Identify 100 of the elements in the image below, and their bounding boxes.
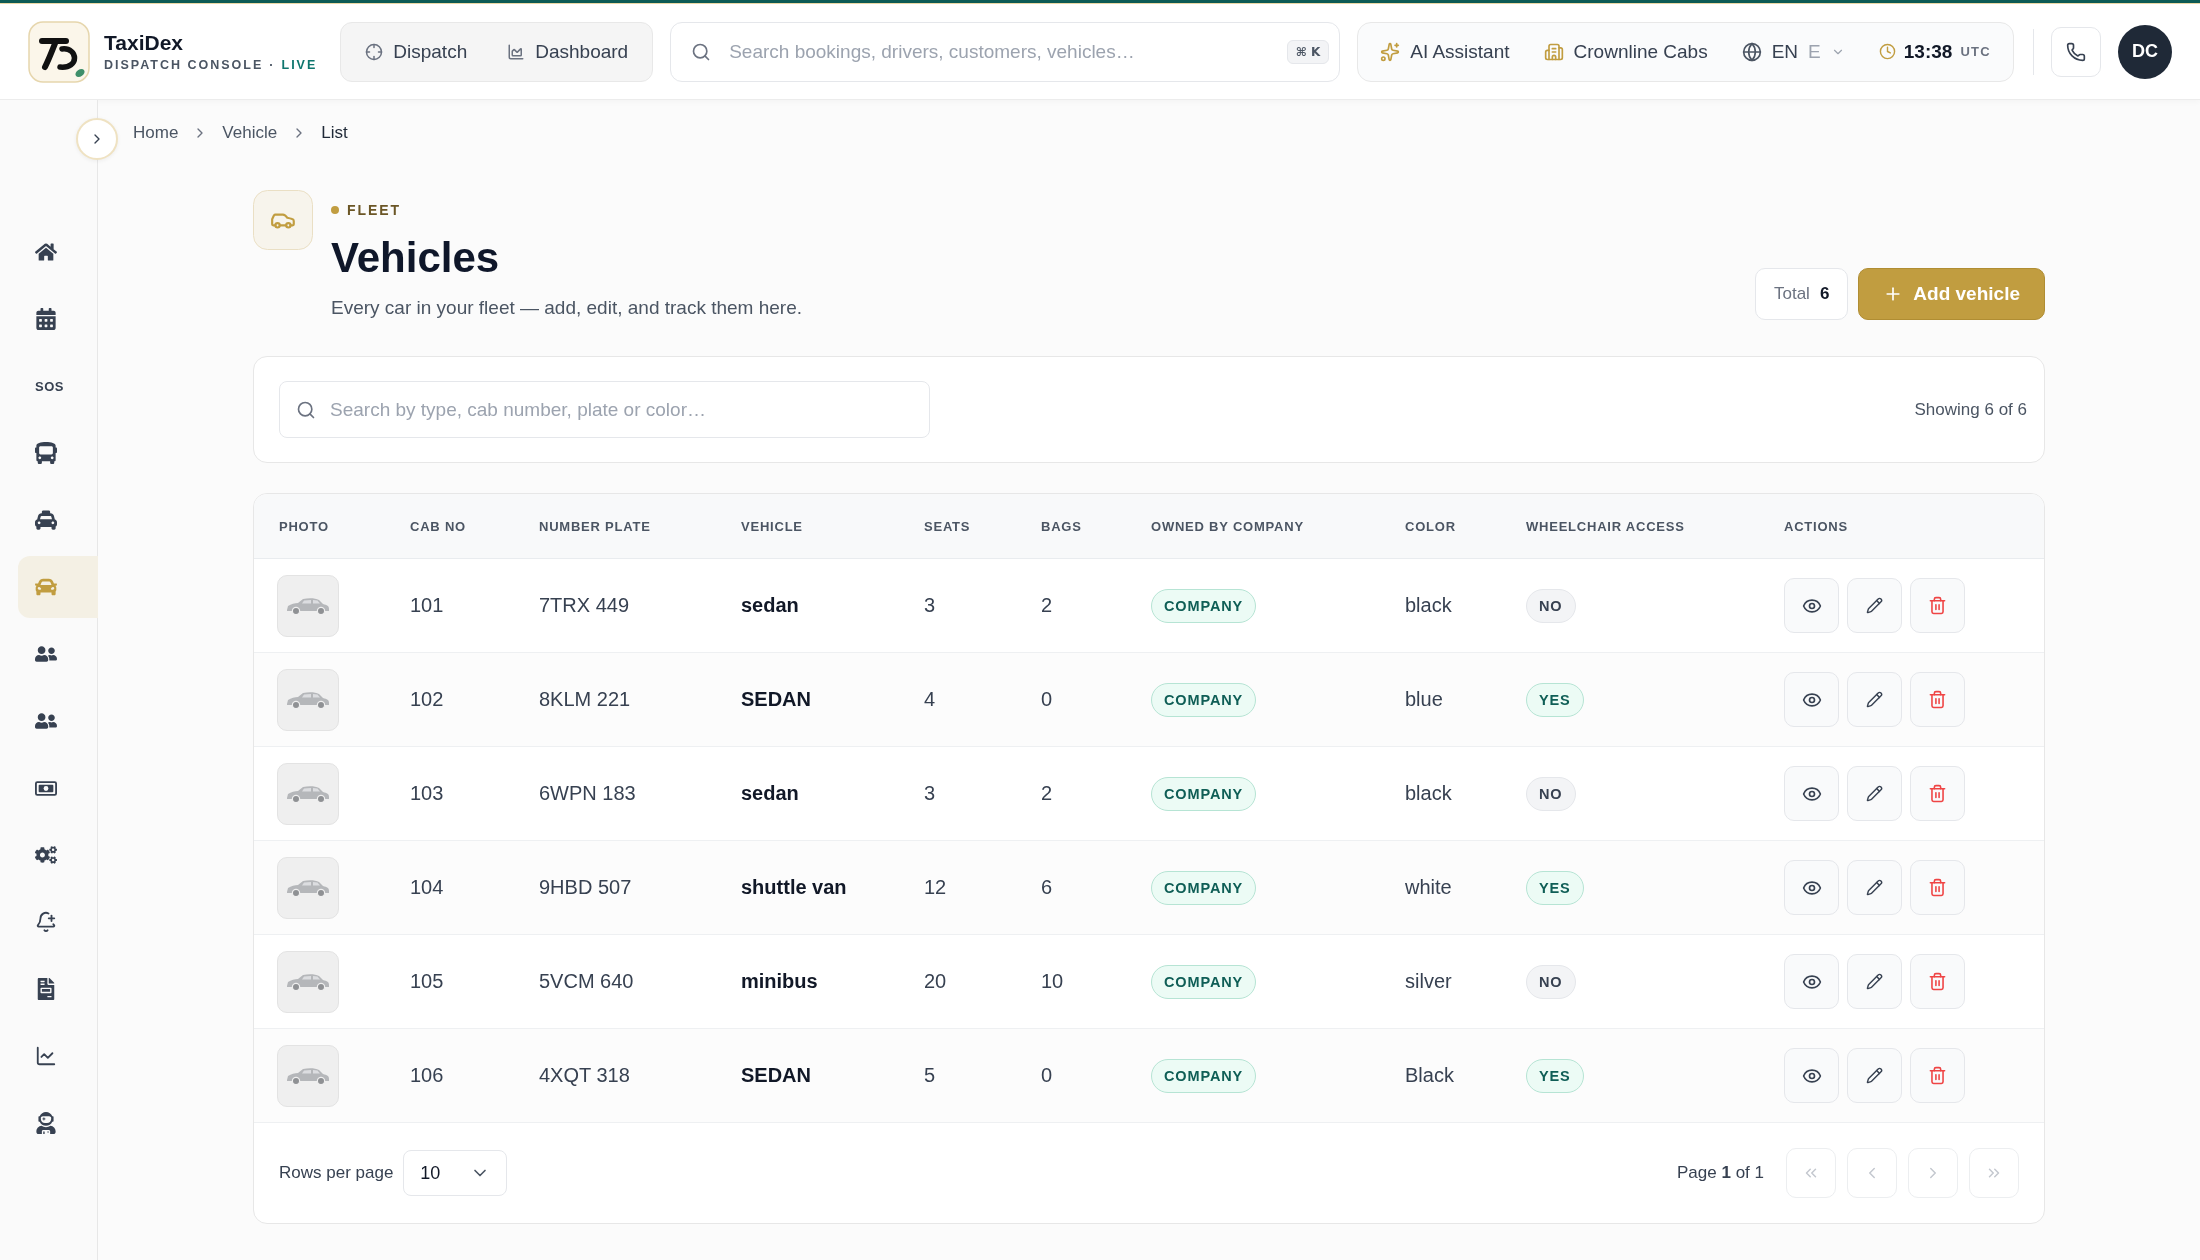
- table-cell: 0: [1041, 1064, 1053, 1087]
- page-indicator: Page 1 of 1: [1677, 1163, 1764, 1183]
- page-subtitle: Every car in your fleet — add, edit, and track them here.: [331, 296, 802, 320]
- pencil-icon: [1866, 973, 1883, 990]
- table-cell: 103: [410, 782, 444, 805]
- table-cell: sedan: [741, 594, 799, 617]
- delete-button[interactable]: [1910, 1048, 1965, 1103]
- table-cell: 6: [1041, 876, 1053, 899]
- search-field[interactable]: Search bookings, drivers, customers, vehicles… ⌘ K: [670, 21, 1341, 82]
- company-button[interactable]: Crownline Cabs: [1543, 40, 1708, 63]
- view-button[interactable]: [1784, 860, 1839, 915]
- edit-button[interactable]: [1847, 672, 1902, 727]
- view-button[interactable]: [1784, 766, 1839, 821]
- phone-button[interactable]: [2051, 26, 2101, 77]
- edit-button[interactable]: [1847, 766, 1902, 821]
- pencil-icon: [1866, 691, 1883, 708]
- view-button[interactable]: [1784, 672, 1839, 727]
- sos-label[interactable]: SOS: [35, 378, 64, 394]
- column-header: ACTIONS: [1784, 518, 1848, 534]
- timezone-label: UTC: [1960, 44, 1991, 59]
- gears-icon[interactable]: [35, 844, 57, 866]
- table-cell: 5: [924, 1064, 936, 1087]
- nav-button[interactable]: Dispatch: [365, 40, 468, 63]
- pencil-icon: [1866, 1067, 1883, 1084]
- edit-button[interactable]: [1847, 860, 1902, 915]
- table-cell: 101: [410, 594, 444, 617]
- wheelchair-badge: NO: [1526, 776, 1576, 811]
- pencil-icon: [1866, 785, 1883, 802]
- delete-button[interactable]: [1910, 860, 1965, 915]
- pencil-icon: [1866, 879, 1883, 896]
- column-header: CAB NO: [410, 518, 466, 534]
- view-button[interactable]: [1784, 1048, 1839, 1103]
- sidebar-toggle-button[interactable]: [76, 118, 118, 160]
- breadcrumb-current: List: [321, 123, 348, 143]
- breadcrumb-link[interactable]: Home: [133, 123, 179, 143]
- view-button[interactable]: [1784, 954, 1839, 1009]
- edit-button[interactable]: [1847, 578, 1902, 633]
- building-icon: [1543, 41, 1564, 62]
- table-cell: SEDAN: [741, 688, 811, 711]
- user-avatar[interactable]: DC: [2118, 24, 2172, 79]
- line-chart-icon[interactable]: [35, 1045, 57, 1067]
- delete-button[interactable]: [1910, 672, 1965, 727]
- live-status: LIVE: [281, 58, 318, 73]
- calendar-icon[interactable]: [35, 308, 57, 330]
- ai-assistant-button[interactable]: AI Assistant: [1380, 40, 1510, 63]
- nav-button[interactable]: Dashboard: [507, 40, 629, 63]
- section-label: FLEET: [347, 202, 402, 218]
- table-cell: 4XQT 318: [539, 1064, 630, 1087]
- astronaut-icon[interactable]: [35, 1112, 57, 1134]
- column-header: SEATS: [924, 518, 971, 534]
- car-image-placeholder: [277, 950, 339, 1013]
- owner-badge: COMPANY: [1151, 1058, 1257, 1093]
- column-header: VEHICLE: [741, 518, 803, 534]
- edit-button[interactable]: [1847, 954, 1902, 1009]
- car-image-placeholder: [277, 856, 339, 919]
- column-header: OWNED BY COMPANY: [1151, 518, 1304, 534]
- table-cell: Black: [1405, 1064, 1454, 1087]
- globe-icon: [1741, 41, 1762, 62]
- car-image-placeholder: [277, 574, 339, 637]
- table-cell: 20: [924, 970, 947, 993]
- delete-button[interactable]: [1910, 578, 1965, 633]
- document-icon[interactable]: [35, 978, 57, 1000]
- trash-icon: [1928, 784, 1947, 803]
- column-header: NUMBER PLATE: [539, 518, 651, 534]
- wheelchair-badge: YES: [1526, 870, 1584, 905]
- table-cell: 3: [924, 594, 936, 617]
- users-icon[interactable]: [35, 643, 57, 665]
- users-icon[interactable]: [35, 710, 57, 732]
- edit-button[interactable]: [1847, 1048, 1902, 1103]
- view-button[interactable]: [1784, 578, 1839, 633]
- owner-badge: COMPANY: [1151, 964, 1257, 999]
- rows-per-page-select[interactable]: 10: [403, 1150, 508, 1196]
- table-cell: 7TRX 449: [539, 594, 630, 617]
- clock-time: 13:38: [1903, 40, 1953, 63]
- column-header: WHEELCHAIR ACCESS: [1526, 518, 1685, 534]
- car-icon: [253, 190, 313, 250]
- table-cell: 4: [924, 688, 936, 711]
- table-cell: minibus: [741, 970, 818, 993]
- rows-per-page-label: Rows per page: [279, 1163, 394, 1183]
- app-name: TaxiDex: [104, 30, 184, 55]
- search-input[interactable]: Search bookings, drivers, customers, vehicles…: [727, 39, 1271, 64]
- table-cell: SEDAN: [741, 1064, 811, 1087]
- table-cell: shuttle van: [741, 876, 847, 899]
- table-cell: 6WPN 183: [539, 782, 636, 805]
- home-icon[interactable]: [35, 241, 57, 263]
- bus-icon[interactable]: [35, 442, 57, 464]
- language-button[interactable]: EN E: [1741, 40, 1845, 63]
- breadcrumb-link[interactable]: Vehicle: [222, 123, 278, 143]
- bell-plus-icon[interactable]: [35, 911, 57, 933]
- delete-button[interactable]: [1910, 766, 1965, 821]
- delete-button[interactable]: [1910, 954, 1965, 1009]
- table-cell: 106: [410, 1064, 444, 1087]
- table-cell: 8KLM 221: [539, 688, 631, 711]
- table-cell: sedan: [741, 782, 799, 805]
- filter-search-field[interactable]: Search by type, cab number, plate or color…: [279, 381, 930, 438]
- search-icon: [296, 399, 316, 420]
- table-cell: 5VCM 640: [539, 970, 634, 993]
- taxi-icon[interactable]: [35, 509, 57, 531]
- banknote-icon[interactable]: [35, 780, 57, 796]
- filter-search-input[interactable]: Search by type, cab number, plate or color…: [328, 397, 913, 422]
